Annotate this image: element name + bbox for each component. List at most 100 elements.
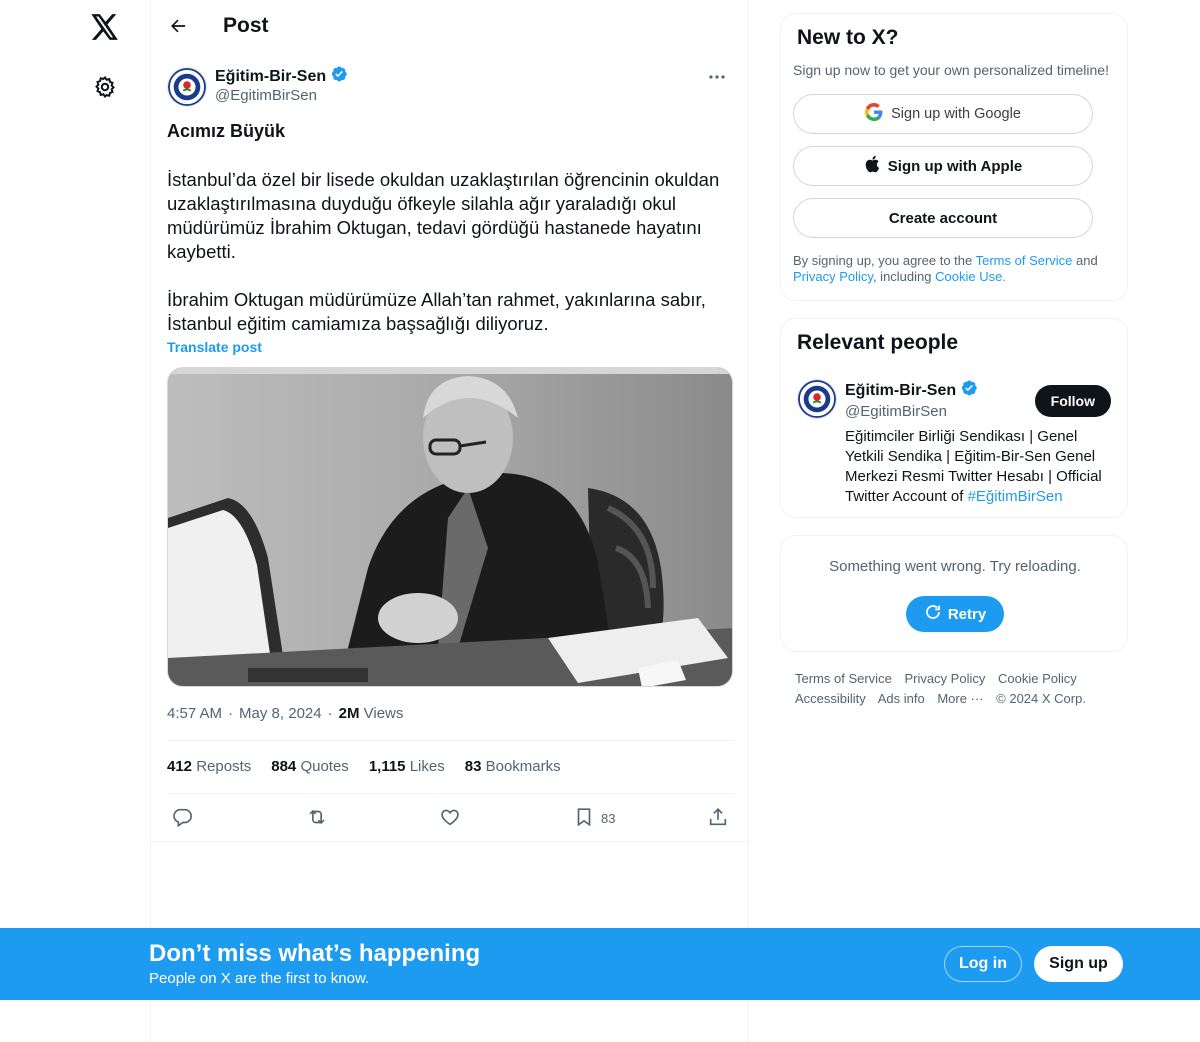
create-account-label: Create account <box>888 209 998 227</box>
main-column: Post Eğitim-Bir-Sen @EgitimBirSen Acımız… <box>150 0 749 1042</box>
x-logo-icon[interactable] <box>90 12 120 42</box>
retry-button[interactable]: Retry <box>906 596 1004 632</box>
translate-post-link[interactable]: Translate post <box>167 339 262 355</box>
reply-icon <box>171 806 193 831</box>
post-time[interactable]: 4:57 AM <box>167 705 222 722</box>
post-stats: 412 Reposts 884 Quotes 1,115 Likes 83 Bo… <box>167 758 561 775</box>
apple-icon <box>864 155 880 177</box>
footer-link[interactable]: Accessibility <box>795 691 866 706</box>
footer-link[interactable]: Terms of Service <box>795 671 892 686</box>
verified-icon <box>330 65 348 88</box>
post-text: İstanbul’da özel bir lisede okuldan uzak… <box>167 168 733 360</box>
login-button[interactable]: Log in <box>944 946 1022 982</box>
signup-google-label: Sign up with Google <box>891 106 1021 122</box>
divider <box>151 841 749 842</box>
quotes-count: 884 <box>271 758 297 775</box>
footer-more-link[interactable]: More ··· <box>937 691 983 706</box>
avatar[interactable] <box>797 379 837 419</box>
author-name[interactable]: Eğitim-Bir-Sen <box>215 65 348 88</box>
login-banner: Don’t miss what’s happening People on X … <box>0 928 1200 1000</box>
bookmarks-label: Bookmarks <box>485 758 561 775</box>
more-icon[interactable] <box>703 67 731 87</box>
back-arrow-icon[interactable] <box>165 13 191 39</box>
error-message: Something went wrong. Try reloading. <box>829 558 1081 575</box>
reposts-label: Reposts <box>196 758 252 775</box>
footer-copyright: © 2024 X Corp. <box>996 691 1086 706</box>
signup-apple-button[interactable]: Sign up with Apple <box>793 146 1093 186</box>
footer-link[interactable]: Ads info <box>878 691 925 706</box>
error-card: Something went wrong. Try reloading. Ret… <box>780 535 1128 652</box>
relevant-people-title: Relevant people <box>797 331 959 354</box>
terms-link[interactable]: Terms of Service <box>976 253 1073 268</box>
likes-label: Likes <box>409 758 445 775</box>
signup-button[interactable]: Sign up <box>1034 946 1123 982</box>
banner-title: Don’t miss what’s happening <box>149 940 481 967</box>
signup-legal-text: By signing up, you agree to the Terms of… <box>793 253 1113 285</box>
meta-separator: · <box>228 705 234 722</box>
views-count: 2M Views <box>339 705 404 722</box>
create-account-button[interactable]: Create account <box>793 198 1093 238</box>
banner-subtitle: People on X are the first to know. <box>149 970 370 987</box>
verified-icon <box>960 379 978 402</box>
author-name-text: Eğitim-Bir-Sen <box>215 67 327 85</box>
relevant-person-bio: Eğitimciler Birliği Sendikası | Genel Ye… <box>845 427 1117 507</box>
share-button[interactable] <box>707 804 729 832</box>
divider <box>167 793 735 794</box>
meta-separator: · <box>327 705 333 722</box>
repost-icon <box>305 806 329 831</box>
refresh-icon <box>924 603 942 625</box>
quotes-stat[interactable]: 884 Quotes <box>271 758 349 775</box>
left-navigation <box>0 0 150 1042</box>
likes-stat[interactable]: 1,115 Likes <box>369 758 445 775</box>
signup-subtitle: Sign up now to get your own personalized… <box>793 62 1109 78</box>
reposts-stat[interactable]: 412 Reposts <box>167 758 251 775</box>
reposts-count: 412 <box>167 758 193 775</box>
repost-button[interactable] <box>305 804 329 832</box>
cookie-link[interactable]: Cookie Use. <box>935 269 1006 284</box>
bookmarks-count: 83 <box>464 758 482 775</box>
signup-title: New to X? <box>797 26 899 49</box>
signup-google-button[interactable]: Sign up with Google <box>793 94 1093 134</box>
post-actions: 83 <box>167 804 735 832</box>
hashtag-link[interactable]: #EğitimBirSen <box>968 488 1063 505</box>
post-date[interactable]: May 8, 2024 <box>239 705 322 722</box>
retry-label: Retry <box>947 605 987 623</box>
relevant-person-handle: @EgitimBirSen <box>845 403 947 420</box>
like-button[interactable] <box>439 804 461 832</box>
post-title: Acımız Büyük <box>167 121 286 141</box>
privacy-link[interactable]: Privacy Policy <box>793 269 873 284</box>
avatar[interactable] <box>167 67 207 107</box>
bookmarks-stat[interactable]: 83 Bookmarks <box>465 758 561 775</box>
bookmark-button[interactable]: 83 <box>573 804 615 832</box>
post-paragraph: İstanbul’da özel bir lisede okuldan uzak… <box>167 169 720 262</box>
follow-button[interactable]: Follow <box>1034 385 1111 417</box>
google-icon <box>865 103 883 125</box>
views-label: Views <box>363 705 404 722</box>
post-image[interactable] <box>167 367 733 687</box>
footer-link[interactable]: Privacy Policy <box>904 671 985 686</box>
likes-count: 1,115 <box>368 758 406 775</box>
footer-link[interactable]: Cookie Policy <box>998 671 1077 686</box>
signup-card: New to X? Sign up now to get your own pe… <box>780 13 1128 301</box>
relevant-person-name[interactable]: Eğitim-Bir-Sen <box>845 379 978 402</box>
divider <box>167 740 735 741</box>
legal-prefix: By signing up, you agree to the <box>793 253 976 268</box>
like-icon <box>439 806 461 831</box>
post-meta: 4:57 AM · May 8, 2024 · 2M Views <box>167 705 403 722</box>
bookmark-count: 83 <box>601 810 616 826</box>
legal-including: , including <box>872 269 936 284</box>
signup-apple-label: Sign up with Apple <box>887 157 1023 175</box>
quotes-label: Quotes <box>300 758 349 775</box>
footer-links: Terms of Service Privacy Policy Cookie P… <box>795 669 1125 709</box>
post-author: Eğitim-Bir-Sen @EgitimBirSen <box>167 65 733 109</box>
gear-icon[interactable] <box>91 73 119 101</box>
post-paragraph: İbrahim Oktugan müdürümüze Allah’tan rah… <box>167 289 706 334</box>
author-handle: @EgitimBirSen <box>215 87 317 104</box>
views-number: 2M <box>338 705 360 722</box>
share-icon <box>707 806 729 831</box>
post-header: Post <box>151 0 749 54</box>
legal-and: and <box>1072 253 1098 268</box>
relevant-people-card: Relevant people Eğitim-Bir-Sen @EgitimBi… <box>780 318 1128 518</box>
page-title: Post <box>223 14 269 37</box>
reply-button[interactable] <box>171 804 193 832</box>
